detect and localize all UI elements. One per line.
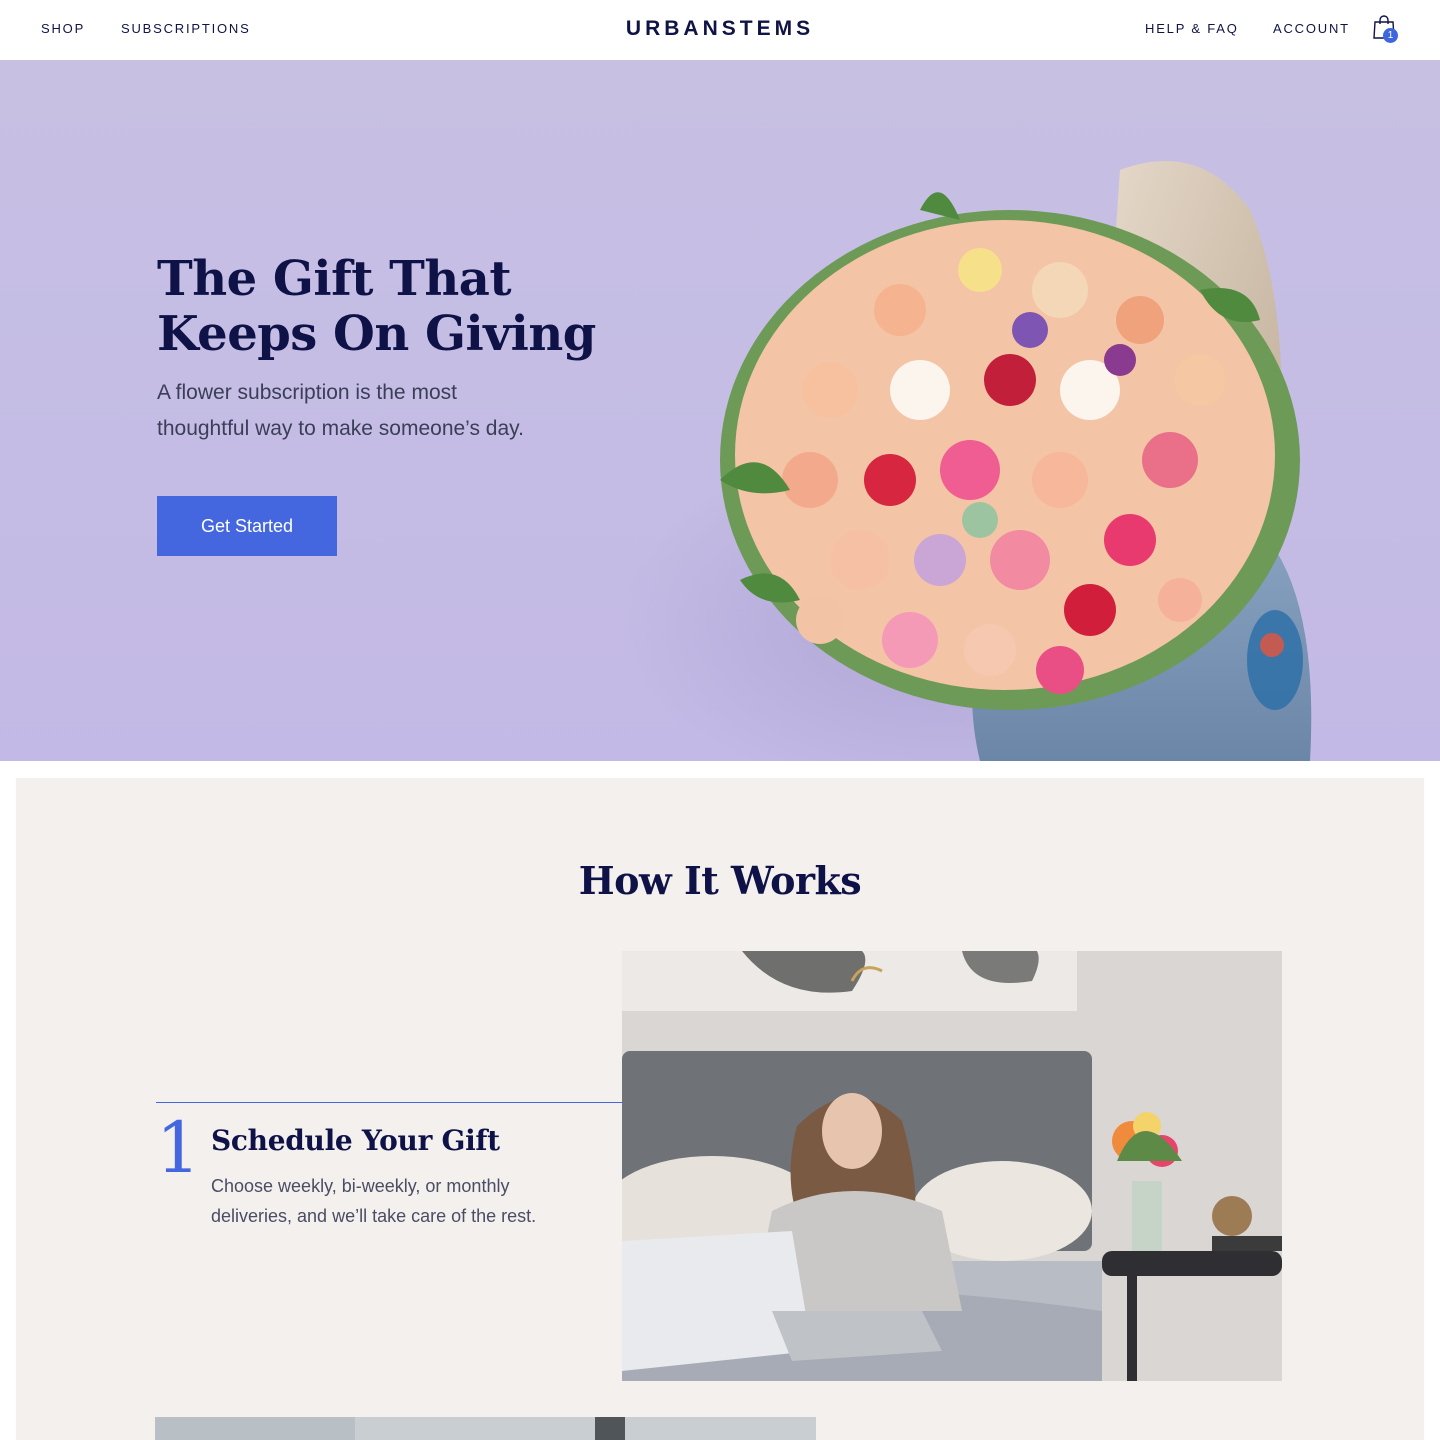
hero-subtitle-line2: thoughtful way to make someone’s day. bbox=[157, 417, 524, 440]
step-description-line2: deliveries, and we’ll take care of the r… bbox=[211, 1206, 537, 1226]
how-it-works-section: How It Works 1 Schedule Your Gift Choose… bbox=[16, 778, 1424, 1440]
top-nav: SHOP SUBSCRIPTIONS URBANSTEMS HELP & FAQ… bbox=[0, 0, 1440, 60]
step-title: Schedule Your Gift bbox=[211, 1124, 500, 1157]
cart-count-badge: 1 bbox=[1383, 28, 1398, 43]
step-divider bbox=[156, 1102, 656, 1103]
hero-subtitle-line1: A flower subscription is the most bbox=[157, 381, 457, 404]
step-number: 1 bbox=[156, 1107, 201, 1189]
nav-account-link[interactable]: ACCOUNT bbox=[1273, 21, 1350, 36]
step-description: Choose weekly, bi-weekly, or monthly del… bbox=[211, 1171, 571, 1231]
nav-help-link[interactable]: HELP & FAQ bbox=[1145, 21, 1239, 36]
hero-title-line1: The Gift That bbox=[157, 251, 512, 307]
hero-banner: The Gift That Keeps On Giving A flower s… bbox=[0, 60, 1440, 761]
get-started-button[interactable]: Get Started bbox=[157, 496, 337, 556]
next-step-photo-image bbox=[155, 1417, 816, 1440]
how-it-works-title: How It Works bbox=[578, 858, 862, 903]
hero-title-line2: Keeps On Giving bbox=[157, 306, 596, 362]
cart-button[interactable]: 1 bbox=[1372, 14, 1402, 46]
hero-bouquet-photo bbox=[620, 161, 1312, 761]
next-step-photo bbox=[155, 1417, 816, 1440]
hero-title: The Gift That Keeps On Giving bbox=[157, 252, 617, 362]
hero-subtitle: A flower subscription is the most though… bbox=[157, 375, 577, 447]
step-description-line1: Choose weekly, bi-weekly, or monthly bbox=[211, 1176, 510, 1196]
step-photo-woman-laptop bbox=[622, 951, 1282, 1381]
